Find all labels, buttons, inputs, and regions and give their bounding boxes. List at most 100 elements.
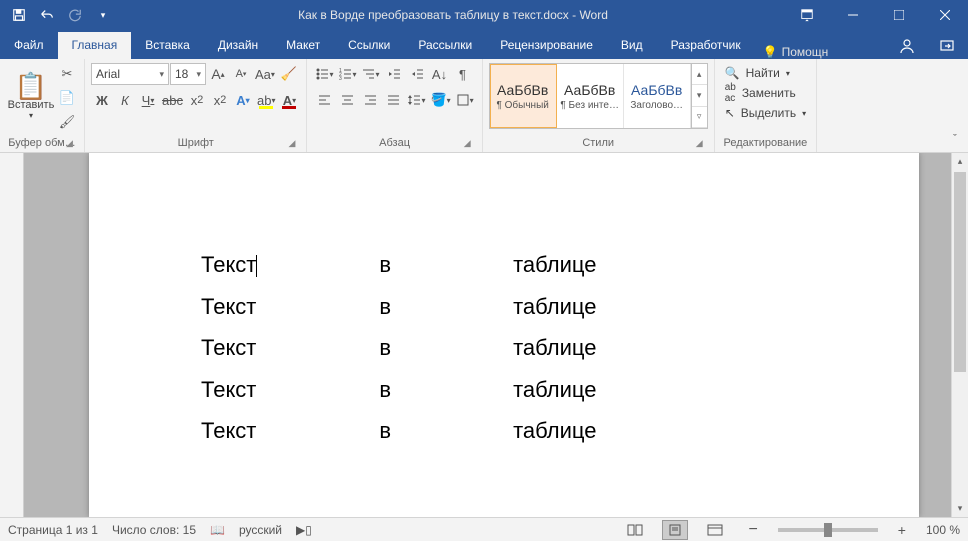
zoom-out-button[interactable]: − [742, 521, 763, 539]
strikethrough-button[interactable]: abc [160, 89, 185, 111]
style-no-spacing[interactable]: АаБбВв¶ Без инте… [557, 64, 624, 128]
find-button[interactable]: 🔍Найти▾ [721, 63, 794, 83]
styles-dialog-launcher[interactable]: ◢ [696, 138, 708, 150]
scroll-up-button[interactable]: ▴ [952, 153, 968, 170]
zoom-level[interactable]: 100 % [926, 523, 960, 537]
numbering-button[interactable]: 123▾ [336, 63, 358, 85]
styles-expand[interactable]: ▿ [692, 107, 707, 128]
paste-button[interactable]: 📋 Вставить ▾ [6, 63, 56, 129]
scroll-track[interactable] [952, 170, 968, 500]
table-row[interactable]: Текствтаблице [201, 328, 716, 368]
styles-scroll-up[interactable]: ▴ [692, 64, 707, 85]
tab-insert[interactable]: Вставка [131, 32, 204, 59]
tell-me[interactable]: 💡Помощн [755, 45, 837, 59]
font-name-combo[interactable]: Arial▾ [91, 63, 169, 85]
replace-button[interactable]: abacЗаменить [721, 83, 800, 103]
share-icon[interactable] [932, 32, 962, 59]
tab-home[interactable]: Главная [58, 32, 132, 59]
zoom-slider[interactable] [778, 528, 878, 532]
shading-button[interactable]: 🪣▾ [428, 89, 452, 111]
tab-mailings[interactable]: Рассылки [404, 32, 486, 59]
spellcheck-indicator[interactable]: 📖 [210, 523, 225, 537]
highlight-button[interactable]: ab▾ [255, 89, 277, 111]
select-button[interactable]: ↖Выделить▾ [721, 103, 810, 123]
styles-scroll-down[interactable]: ▾ [692, 85, 707, 106]
show-marks-button[interactable]: ¶ [452, 63, 474, 85]
superscript-button[interactable]: x2 [209, 89, 231, 111]
paragraph-dialog-launcher[interactable]: ◢ [464, 138, 476, 150]
bullets-button[interactable]: ▾ [313, 63, 335, 85]
collapse-ribbon-button[interactable]: ˇ [944, 128, 966, 150]
scroll-down-button[interactable]: ▾ [952, 500, 968, 517]
tab-file[interactable]: Файл [0, 32, 58, 59]
close-button[interactable] [922, 0, 968, 30]
copy-button[interactable]: 📄 [56, 87, 78, 109]
document-page[interactable]: Текствтаблице Текствтаблице Текствтаблиц… [89, 153, 919, 517]
font-size-combo[interactable]: 18▾ [170, 63, 206, 85]
ribbon-options-icon[interactable] [784, 0, 830, 30]
replace-icon: abac [725, 82, 736, 104]
shrink-font-button[interactable]: A▾ [230, 63, 252, 85]
table-row[interactable]: Текствтаблице [201, 411, 716, 451]
decrease-indent-button[interactable] [383, 63, 405, 85]
grow-font-button[interactable]: A▴ [207, 63, 229, 85]
align-center-button[interactable] [336, 89, 358, 111]
vertical-ruler[interactable] [0, 153, 24, 517]
titlebar: ▾ Как в Ворде преобразовать таблицу в те… [0, 0, 968, 30]
minimize-button[interactable] [830, 0, 876, 30]
multilevel-list-button[interactable]: ▾ [359, 63, 381, 85]
font-dialog-launcher[interactable]: ◢ [288, 138, 300, 150]
style-normal[interactable]: АаБбВв¶ Обычный [490, 64, 557, 128]
tab-design[interactable]: Дизайн [204, 32, 272, 59]
tab-view[interactable]: Вид [607, 32, 657, 59]
style-heading1[interactable]: АаБбВвЗаголово… [624, 64, 691, 128]
align-right-button[interactable] [359, 89, 381, 111]
change-case-button[interactable]: Aa▾ [253, 63, 277, 85]
scroll-thumb[interactable] [954, 172, 966, 372]
macro-indicator[interactable]: ▶▯ [296, 523, 312, 537]
table-row[interactable]: Текствтаблице [201, 245, 716, 285]
page-scroll[interactable]: Текствтаблице Текствтаблице Текствтаблиц… [24, 153, 951, 517]
italic-button[interactable]: К [114, 89, 136, 111]
chevron-down-icon[interactable]: ▾ [196, 69, 201, 80]
cut-button[interactable]: ✂ [56, 63, 78, 85]
clipboard-dialog-launcher[interactable]: ◢ [66, 138, 78, 150]
align-left-button[interactable] [313, 89, 335, 111]
account-icon[interactable] [892, 32, 922, 59]
chevron-down-icon[interactable]: ▾ [159, 69, 164, 80]
tab-references[interactable]: Ссылки [334, 32, 404, 59]
word-count[interactable]: Число слов: 15 [112, 523, 196, 537]
statusbar: Страница 1 из 1 Число слов: 15 📖 русский… [0, 517, 968, 541]
text-effects-button[interactable]: A▾ [232, 89, 254, 111]
save-icon[interactable] [6, 2, 32, 28]
subscript-button[interactable]: x2 [186, 89, 208, 111]
tab-layout[interactable]: Макет [272, 32, 334, 59]
print-layout-button[interactable] [662, 520, 688, 540]
borders-button[interactable]: ▾ [454, 89, 476, 111]
undo-icon[interactable] [34, 2, 60, 28]
read-mode-button[interactable] [622, 520, 648, 540]
maximize-button[interactable] [876, 0, 922, 30]
font-color-button[interactable]: A▾ [278, 89, 300, 111]
bold-button[interactable]: Ж [91, 89, 113, 111]
line-spacing-button[interactable]: ▾ [405, 89, 427, 111]
table-row[interactable]: Текствтаблице [201, 287, 716, 327]
zoom-in-button[interactable]: + [892, 522, 912, 538]
document-table[interactable]: Текствтаблице Текствтаблице Текствтаблиц… [199, 243, 718, 453]
tab-developer[interactable]: Разработчик [657, 32, 755, 59]
vertical-scrollbar[interactable]: ▴ ▾ [951, 153, 968, 517]
sort-button[interactable]: A↓ [429, 63, 451, 85]
increase-indent-button[interactable] [406, 63, 428, 85]
zoom-slider-knob[interactable] [824, 523, 832, 537]
table-row[interactable]: Текствтаблице [201, 370, 716, 410]
clear-formatting-button[interactable]: 🧹 [278, 63, 300, 85]
page-indicator[interactable]: Страница 1 из 1 [8, 523, 98, 537]
underline-button[interactable]: Ч▾ [137, 89, 159, 111]
format-painter-button[interactable]: 🖌 [56, 111, 78, 133]
qat-customize-icon[interactable]: ▾ [90, 2, 116, 28]
justify-button[interactable] [382, 89, 404, 111]
redo-icon[interactable] [62, 2, 88, 28]
web-layout-button[interactable] [702, 520, 728, 540]
tab-review[interactable]: Рецензирование [486, 32, 607, 59]
language-indicator[interactable]: русский [239, 523, 282, 537]
